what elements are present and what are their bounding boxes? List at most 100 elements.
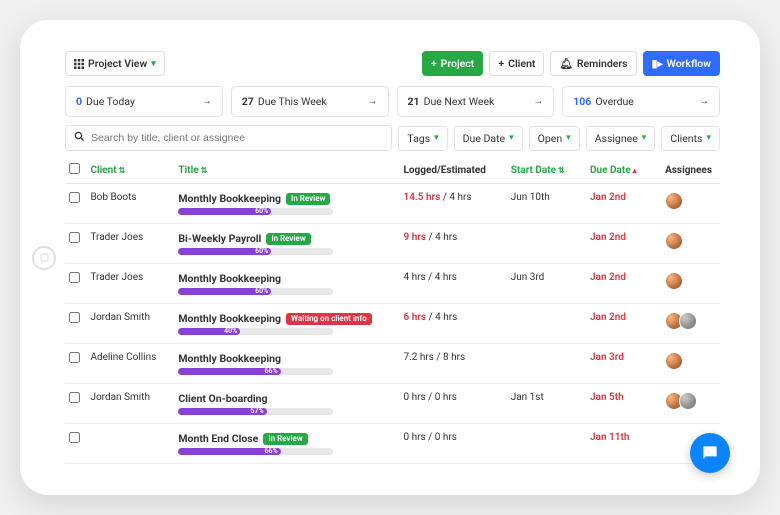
client-cell: Jordan Smith xyxy=(86,384,174,424)
avatar[interactable] xyxy=(665,272,683,290)
add-project-button[interactable]: + Project xyxy=(422,51,483,76)
avatar[interactable] xyxy=(665,352,683,370)
table-row: Month End Close In Review 66% 0 hrs / 0 h… xyxy=(65,424,720,464)
task-title[interactable]: Monthly Bookkeeping xyxy=(178,272,281,285)
clients-filter[interactable]: Clients▾ xyxy=(661,126,720,151)
assignees-cell xyxy=(665,272,716,290)
client-cell: Bob Boots xyxy=(86,184,174,224)
task-title[interactable]: Monthly Bookkeeping xyxy=(178,312,281,325)
chevron-down-icon: ▾ xyxy=(509,133,514,143)
assignees-cell xyxy=(665,312,716,330)
due-date-cell: Jan 2nd xyxy=(586,264,661,304)
arrow-right-icon: → xyxy=(699,96,709,107)
arrow-right-icon: → xyxy=(533,96,543,107)
select-all-checkbox[interactable] xyxy=(69,163,80,174)
bell-icon: 🔔︎ xyxy=(559,57,572,70)
project-view-dropdown[interactable]: Project View ▾ xyxy=(65,51,165,76)
search-input[interactable] xyxy=(91,132,383,144)
col-start[interactable]: Start Date⇅ xyxy=(507,157,586,184)
logged-cell: 9 hrs / 4 hrs xyxy=(400,224,507,264)
progress-label: 60% xyxy=(255,247,268,255)
logged-cell: 7.2 hrs / 8 hrs xyxy=(400,344,507,384)
progress-bar: 60% xyxy=(178,248,333,255)
summary-card[interactable]: 0Due Today→ xyxy=(65,86,223,117)
start-date-cell xyxy=(507,304,586,344)
task-title[interactable]: Bi-Weekly Payroll xyxy=(178,232,261,245)
due-date-cell: Jan 3rd xyxy=(586,344,661,384)
sort-icon: ⇅ xyxy=(119,166,126,175)
col-assignees: Assignees xyxy=(661,157,720,184)
task-title[interactable]: Monthly Bookkeeping xyxy=(178,192,281,205)
summary-label: Overdue xyxy=(595,95,634,108)
start-date-cell: Jun 3rd xyxy=(507,264,586,304)
due-date-cell: Jan 2nd xyxy=(586,184,661,224)
device-home-button xyxy=(32,246,56,270)
row-checkbox[interactable] xyxy=(69,312,80,323)
due-date-cell: Jan 2nd xyxy=(586,304,661,344)
client-cell: Trader Joes xyxy=(86,224,174,264)
logged-cell: 0 hrs / 0 hrs xyxy=(400,424,507,464)
row-checkbox[interactable] xyxy=(69,192,80,203)
task-title[interactable]: Client On-boarding xyxy=(178,392,267,405)
chevron-down-icon: ▾ xyxy=(566,133,571,143)
summary-card[interactable]: 27Due This Week→ xyxy=(231,86,389,117)
task-title[interactable]: Monthly Bookkeeping xyxy=(178,352,281,365)
status-badge: In Review xyxy=(263,433,307,445)
logged-cell: 14.5 hrs / 4 hrs xyxy=(400,184,507,224)
col-logged: Logged/Estimated xyxy=(400,157,507,184)
row-checkbox[interactable] xyxy=(69,432,80,443)
client-cell: Adeline Collins xyxy=(86,344,174,384)
reminders-btn-label: Reminders xyxy=(577,57,628,70)
progress-bar: 60% xyxy=(178,288,333,295)
tags-filter[interactable]: Tags▾ xyxy=(398,126,447,151)
progress-label: 66% xyxy=(264,367,277,375)
task-title[interactable]: Month End Close xyxy=(178,432,258,445)
open-filter[interactable]: Open▾ xyxy=(529,126,580,151)
workflow-btn-label: Workflow xyxy=(667,57,711,70)
table-row: Trader Joes Bi-Weekly Payroll In Review 6… xyxy=(65,224,720,264)
due-date-cell: Jan 2nd xyxy=(586,224,661,264)
chevron-down-icon: ▾ xyxy=(151,59,156,69)
status-badge: In Review xyxy=(266,233,310,245)
avatar[interactable] xyxy=(679,392,697,410)
client-cell: Trader Joes xyxy=(86,264,174,304)
summary-card[interactable]: 21Due Next Week→ xyxy=(397,86,555,117)
row-checkbox[interactable] xyxy=(69,272,80,283)
row-checkbox[interactable] xyxy=(69,352,80,363)
avatar[interactable] xyxy=(679,312,697,330)
search-icon xyxy=(74,131,85,145)
grid-icon xyxy=(74,59,84,69)
status-badge: Waiting on client info xyxy=(286,313,372,325)
col-due[interactable]: Due Date▴ xyxy=(586,157,661,184)
plus-icon: + xyxy=(431,57,437,70)
chevron-down-icon: ▾ xyxy=(706,133,711,143)
workflow-button[interactable]: ▮▸ Workflow xyxy=(643,51,720,76)
add-client-button[interactable]: + Client xyxy=(489,51,544,76)
avatar[interactable] xyxy=(665,232,683,250)
col-title[interactable]: Title⇅ xyxy=(174,157,399,184)
table-row: Adeline Collins Monthly Bookkeeping 66% … xyxy=(65,344,720,384)
sort-icon: ⇅ xyxy=(558,166,565,175)
view-label: Project View xyxy=(88,57,147,70)
due-date-cell: Jan 5th xyxy=(586,384,661,424)
logged-cell: 6 hrs / 4 hrs xyxy=(400,304,507,344)
start-date-cell xyxy=(507,424,586,464)
chat-support-button[interactable] xyxy=(690,433,730,473)
avatar[interactable] xyxy=(665,192,683,210)
assignee-filter[interactable]: Assignee▾ xyxy=(586,126,656,151)
progress-label: 57% xyxy=(251,407,264,415)
progress-bar: 66% xyxy=(178,448,333,455)
sort-asc-icon: ▴ xyxy=(633,166,637,175)
progress-label: 60% xyxy=(255,207,268,215)
progress-label: 66% xyxy=(264,447,277,455)
row-checkbox[interactable] xyxy=(69,392,80,403)
due-date-filter[interactable]: Due Date▾ xyxy=(454,126,523,151)
status-badge: In Review xyxy=(286,193,330,205)
start-date-cell: Jun 10th xyxy=(507,184,586,224)
start-date-cell xyxy=(507,224,586,264)
summary-card[interactable]: 106Overdue→ xyxy=(562,86,720,117)
col-client[interactable]: Client⇅ xyxy=(86,157,174,184)
reminders-button[interactable]: 🔔︎ Reminders xyxy=(550,51,636,76)
row-checkbox[interactable] xyxy=(69,232,80,243)
search-box[interactable] xyxy=(65,125,392,151)
